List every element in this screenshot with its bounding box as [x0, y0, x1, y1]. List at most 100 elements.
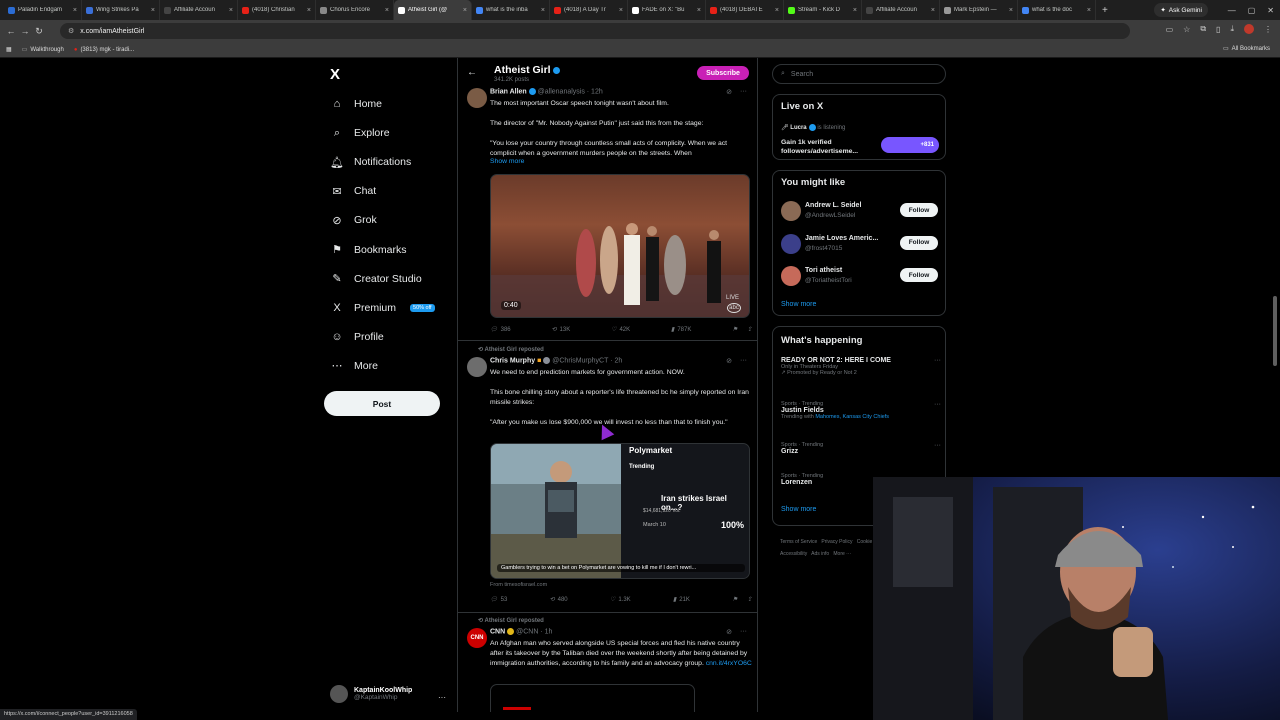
- show-more-link[interactable]: Show more: [781, 301, 816, 308]
- nav-item-bookmarks[interactable]: ⚑ Bookmarks: [330, 240, 406, 260]
- grok-icon[interactable]: ⊘: [726, 357, 732, 365]
- tab-close-icon[interactable]: ×: [541, 7, 545, 14]
- share-icon[interactable]: ⇪: [747, 326, 752, 333]
- nav-item-premium[interactable]: X Premium 50% off: [330, 298, 435, 318]
- follow-button[interactable]: Follow: [900, 235, 938, 250]
- close-icon[interactable]: ✕: [1267, 6, 1274, 15]
- post-link[interactable]: cnn.it/4rxYO6C: [706, 660, 752, 667]
- tab-close-icon[interactable]: ×: [775, 7, 779, 14]
- post-brian-allen[interactable]: Brian Allen @allenanalysis · 12h ⊘ ··· Th…: [458, 86, 757, 344]
- cnn-logo-icon[interactable]: CNN: [467, 628, 487, 648]
- tab-close-icon[interactable]: ×: [931, 7, 935, 14]
- browser-tab[interactable]: what is the doc ×: [1018, 0, 1096, 20]
- ask-gemini-button[interactable]: ✦ Ask Gemini: [1154, 3, 1208, 17]
- browser-tab[interactable]: Stream - Kick D ×: [784, 0, 862, 20]
- like-button[interactable]: ♡ 42K: [611, 326, 630, 334]
- browser-tab[interactable]: Affiliate Accoun ×: [862, 0, 940, 20]
- browser-tab[interactable]: Atheist Girl (@ ×: [394, 0, 472, 20]
- post-video[interactable]: 0:40 LIVE abc: [490, 174, 750, 318]
- account-more-icon[interactable]: ···: [438, 693, 446, 702]
- new-tab-button[interactable]: +: [1096, 5, 1114, 16]
- tab-close-icon[interactable]: ×: [229, 7, 233, 14]
- repost-button[interactable]: ⟲ 13K: [552, 326, 571, 334]
- grok-icon[interactable]: ⊘: [726, 88, 732, 96]
- nav-item-explore[interactable]: ⌕ Explore: [330, 123, 390, 143]
- more-icon[interactable]: ···: [740, 357, 747, 365]
- nav-item-home[interactable]: ⌂ Home: [330, 94, 382, 114]
- tab-close-icon[interactable]: ×: [1009, 7, 1013, 14]
- share-icon[interactable]: ⇪: [747, 596, 752, 603]
- cast-icon[interactable]: ▭: [1166, 25, 1174, 34]
- forward-arrow-icon[interactable]: →: [18, 26, 32, 36]
- back-arrow-icon[interactable]: ←: [4, 26, 18, 36]
- tab-close-icon[interactable]: ×: [307, 7, 311, 14]
- apps-grid-icon[interactable]: ▦: [6, 46, 12, 53]
- more-icon[interactable]: ···: [934, 401, 941, 408]
- nav-item-notifications[interactable]: 🔔︎ Notifications: [330, 152, 411, 172]
- link-card[interactable]: Polymarket Trending Iran strikes Israel …: [490, 443, 750, 579]
- url-bar[interactable]: ⚙ x.com/iamAtheistGirl: [60, 23, 1130, 39]
- more-icon[interactable]: ···: [934, 442, 941, 449]
- extensions-icon[interactable]: ⧉: [1200, 24, 1206, 34]
- avatar[interactable]: [467, 357, 487, 377]
- tab-close-icon[interactable]: ×: [73, 7, 77, 14]
- browser-tab[interactable]: (4018) A Day Tr ×: [550, 0, 628, 20]
- bookmark-walkthrough[interactable]: ▭ Walkthrough: [22, 46, 64, 54]
- follow-button[interactable]: Follow: [900, 203, 938, 217]
- browser-tab[interactable]: (4018) DEBATE ×: [706, 0, 784, 20]
- trend-item[interactable]: Sports · Trending Grizz ···: [781, 442, 941, 455]
- post-media[interactable]: [490, 684, 695, 712]
- page-scrollbar[interactable]: [1273, 296, 1277, 366]
- more-icon[interactable]: ···: [934, 357, 941, 364]
- tab-close-icon[interactable]: ×: [619, 7, 623, 14]
- nav-item-creator-studio[interactable]: ✎ Creator Studio: [330, 269, 421, 289]
- subscribe-button[interactable]: Subscribe: [697, 66, 749, 80]
- repost-button[interactable]: ⟲ 480: [550, 596, 568, 604]
- grok-icon[interactable]: ⊘: [726, 628, 732, 636]
- nav-item-profile[interactable]: ☺ Profile: [330, 327, 383, 347]
- account-switcher[interactable]: KaptainKoolWhip @KaptainWhip ···: [330, 685, 446, 703]
- live-headline[interactable]: Gain 1k verified followers/advertiseme..…: [781, 138, 876, 156]
- bookmark-youtube[interactable]: ● (3813) mgk - tiradi...: [74, 47, 134, 53]
- browser-tab[interactable]: Paladin Endgam ×: [4, 0, 82, 20]
- browser-tab[interactable]: what is the inba ×: [472, 0, 550, 20]
- trend-item[interactable]: Sports · Trending Justin Fields Trending…: [781, 401, 941, 420]
- browser-menu-icon[interactable]: ⋮: [1264, 25, 1272, 34]
- all-bookmarks-button[interactable]: ▭ All Bookmarks: [1223, 45, 1270, 53]
- suggested-user[interactable]: Andrew L. Seidel @AndrewLSeidel Follow: [781, 199, 941, 225]
- follow-button[interactable]: Follow: [900, 268, 938, 282]
- maximize-icon[interactable]: ▢: [1248, 6, 1256, 15]
- card-source[interactable]: From timesofisrael.com: [490, 582, 547, 588]
- tab-close-icon[interactable]: ×: [1087, 7, 1091, 14]
- site-info-icon[interactable]: ⚙: [68, 27, 74, 35]
- post-button[interactable]: Post: [324, 391, 440, 416]
- views-button[interactable]: ▮ 21K: [673, 596, 690, 604]
- suggested-user[interactable]: Tori atheist @ToriatheistTori Follow: [781, 264, 941, 290]
- avatar[interactable]: [781, 233, 801, 254]
- browser-tab[interactable]: Affiliate Accoun ×: [160, 0, 238, 20]
- tab-close-icon[interactable]: ×: [463, 7, 467, 14]
- views-button[interactable]: ▮ 787K: [671, 326, 691, 334]
- tab-close-icon[interactable]: ×: [697, 7, 701, 14]
- nav-item-chat[interactable]: ✉ Chat: [330, 181, 376, 201]
- trend-promoted[interactable]: READY OR NOT 2: HERE I COME Only in Thea…: [781, 357, 941, 376]
- reply-button[interactable]: 💬︎ 386: [490, 326, 511, 334]
- suggested-user[interactable]: Jamie Loves Americ... @frost47015 Follow: [781, 232, 941, 258]
- post-cnn[interactable]: ⟲ Atheist Girl reposted CNN CNN @CNN · 1…: [458, 616, 757, 712]
- back-arrow-icon[interactable]: ←: [467, 67, 477, 78]
- search-input[interactable]: ⌕ Search: [772, 64, 946, 84]
- like-button[interactable]: ♡ 1.3K: [610, 596, 631, 604]
- post-author[interactable]: Chris Murphy ■ @ChrisMurphyCT · 2h: [490, 357, 622, 364]
- avatar[interactable]: [467, 88, 487, 108]
- bookmark-icon[interactable]: ⚑: [732, 326, 737, 333]
- nav-item-more[interactable]: ⋯ More: [330, 356, 378, 376]
- sidebar-icon[interactable]: ▯: [1216, 25, 1220, 34]
- tab-close-icon[interactable]: ×: [385, 7, 389, 14]
- browser-tab[interactable]: FADE on X: "Bu ×: [628, 0, 706, 20]
- show-more-link[interactable]: Show more: [490, 158, 524, 165]
- live-host[interactable]: 🎤︎ Lucra is listening: [781, 124, 845, 131]
- x-logo[interactable]: X: [330, 66, 340, 83]
- reply-button[interactable]: 💬︎ 53: [490, 596, 507, 604]
- browser-tab[interactable]: Wing Strikes Pa ×: [82, 0, 160, 20]
- post-author[interactable]: Brian Allen @allenanalysis · 12h: [490, 88, 603, 95]
